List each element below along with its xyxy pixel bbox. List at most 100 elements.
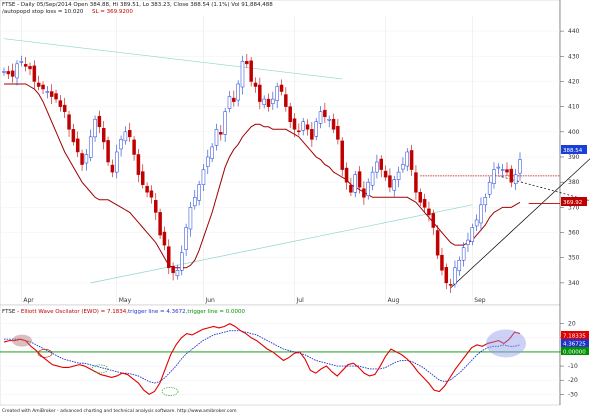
candle-down — [67, 114, 71, 130]
price-y-tick-label: 350 — [568, 255, 580, 262]
candle-up — [513, 174, 518, 184]
candle-down — [71, 129, 76, 143]
candle-down — [97, 115, 102, 128]
month-label: Jun — [204, 297, 215, 304]
candle-down — [158, 212, 162, 236]
candle-down — [305, 124, 310, 130]
candle-up — [405, 151, 410, 167]
candle-down — [279, 84, 284, 92]
ewo-marker-blue — [486, 329, 526, 358]
candle-up — [479, 204, 483, 224]
candle-down — [357, 171, 362, 188]
candle-up — [114, 151, 119, 173]
candle-down — [32, 65, 37, 82]
candle-down — [414, 172, 418, 193]
candle-down — [440, 254, 444, 271]
candle-up — [19, 61, 24, 63]
candle-down — [253, 82, 258, 87]
price-y-tick-label: 360 — [568, 230, 580, 237]
candle-up — [184, 227, 188, 250]
candle-up — [301, 121, 305, 131]
candle-up — [466, 239, 470, 245]
candle-up — [453, 267, 457, 285]
candle-up — [206, 156, 210, 167]
ewo-y-tick-label: -30 — [568, 391, 578, 398]
ewo-header: FTSE - Elliott Wave Oscilator (EWO) = 7.… — [2, 309, 245, 315]
candle-down — [141, 171, 145, 185]
candle-up — [210, 146, 214, 159]
price-y-tick-label: 440 — [568, 28, 580, 35]
candle-up — [353, 174, 357, 193]
close-badge-text: 388.54 — [563, 148, 583, 154]
month-label: Aug — [388, 297, 400, 304]
ewo-pane — [0, 304, 561, 406]
candle-up — [500, 169, 505, 171]
candle-up — [518, 159, 522, 174]
candle-down — [154, 200, 158, 213]
candle-up — [214, 129, 219, 146]
candle-down — [54, 93, 58, 100]
candle-up — [119, 139, 123, 150]
candle-down — [167, 246, 171, 269]
price-y-tick-label: 340 — [568, 280, 580, 287]
candle-down — [49, 91, 54, 97]
candle-up — [327, 118, 331, 121]
candle-up — [227, 96, 232, 109]
candle-up — [483, 197, 488, 206]
ewo-y-tick-label: 20 — [568, 321, 576, 328]
candle-up — [236, 83, 240, 101]
candle-up — [461, 247, 466, 261]
candle-down — [6, 71, 11, 75]
candle-up — [223, 111, 227, 135]
footer-credit: Created with AmiBroker - advanced charti… — [2, 408, 236, 414]
price-y-tick-label: 380 — [568, 179, 580, 186]
candle-down — [106, 140, 110, 163]
candle-up — [262, 98, 266, 105]
candle-up — [457, 259, 462, 272]
ewo-trigger-label: trigger line = 4.3672, — [128, 309, 188, 315]
candle-down — [145, 185, 149, 193]
price-y-tick-label: 410 — [568, 104, 580, 111]
candle-down — [136, 154, 141, 175]
ewo-badge-text: 7.18335 — [563, 334, 586, 340]
candle-up — [401, 164, 405, 170]
candle-up — [271, 98, 275, 104]
candle-down — [23, 64, 28, 67]
candle-down — [292, 118, 297, 130]
price-y-tick-label: 390 — [568, 154, 580, 161]
candle-up — [15, 63, 19, 79]
candle-down — [379, 158, 383, 170]
candle-down — [258, 84, 262, 102]
price-pane — [0, 0, 561, 306]
candle-up — [470, 227, 475, 242]
candle-down — [62, 104, 67, 112]
price-header: FTSE - Daily 05/Sep/2014 Open 384.88, Hi… — [2, 2, 273, 8]
candle-down — [297, 130, 301, 133]
candle-down — [362, 188, 366, 198]
sl-badge-text: 369.92 — [563, 200, 582, 206]
month-label: Jul — [296, 297, 305, 304]
candle-down — [171, 266, 175, 274]
candle-up — [88, 136, 93, 158]
candle-up — [201, 169, 206, 185]
trigger-badge-text: 4.36725 — [563, 342, 586, 348]
candle-down — [336, 126, 340, 140]
candle-down — [110, 164, 115, 173]
candle-up — [197, 184, 201, 201]
ewo-y-tick-label: -10 — [568, 363, 578, 370]
zero-badge-text: 0.00000 — [563, 350, 586, 356]
candle-up — [175, 270, 180, 277]
candle-up — [366, 181, 370, 197]
ewo-y-tick-label: -20 — [568, 377, 578, 384]
candle-down — [427, 208, 431, 216]
candle-up — [180, 252, 184, 271]
candle-down — [266, 98, 271, 107]
candle-up — [318, 111, 323, 124]
candle-up — [193, 197, 197, 207]
candle-up — [370, 171, 375, 186]
candle-up — [188, 207, 193, 230]
ewo-title-prefix: FTSE - — [2, 309, 21, 315]
candle-down — [388, 175, 392, 188]
candle-up — [314, 121, 318, 137]
candle-down — [28, 66, 32, 70]
